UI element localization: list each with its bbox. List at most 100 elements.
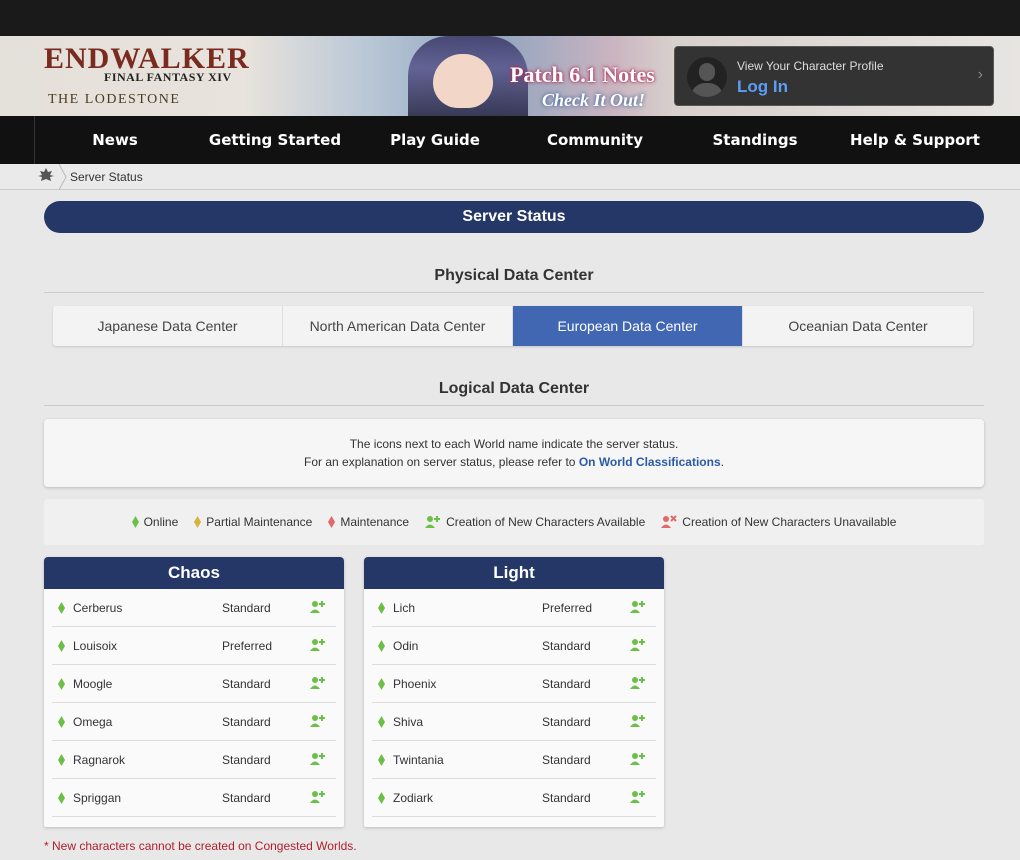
info-line-1: The icons next to each World name indica… <box>349 437 679 451</box>
world-classification: Standard <box>542 715 591 729</box>
home-icon[interactable] <box>38 168 54 185</box>
site-header: ENDWALKER FINAL FANTASY XIV THE LODESTON… <box>0 36 1020 116</box>
tab-japanese-dc[interactable]: Japanese Data Center <box>53 306 283 346</box>
tab-oceanian-dc[interactable]: Oceanian Data Center <box>743 306 973 346</box>
world-row: Shiva Standard <box>372 703 656 741</box>
world-classification: Preferred <box>222 639 273 653</box>
add-character-icon <box>630 715 645 727</box>
top-bar <box>0 0 1020 36</box>
login-subtitle: View Your Character Profile <box>737 59 884 73</box>
world-name: Louisoix <box>73 639 118 653</box>
add-character-icon <box>310 753 325 765</box>
add-character-icon <box>310 791 325 803</box>
world-classifications-link[interactable]: On World Classifications <box>579 455 721 469</box>
world-classification: Standard <box>542 791 591 805</box>
nav-item-standings[interactable]: Standings <box>675 116 835 164</box>
world-classification: Standard <box>542 677 591 691</box>
add-character-icon <box>630 677 645 689</box>
add-character-icon <box>425 516 441 528</box>
add-character-icon <box>630 601 645 613</box>
world-name: Moogle <box>73 677 113 691</box>
world-classification: Standard <box>542 639 591 653</box>
add-character-icon <box>310 715 325 727</box>
status-info-box: The icons next to each World name indica… <box>44 419 984 487</box>
logo-lodestone: THE LODESTONE <box>48 92 181 107</box>
online-diamond-icon <box>378 792 385 804</box>
world-name: Ragnarok <box>73 753 126 767</box>
legend-create-unavailable: Creation of New Characters Unavailable <box>661 515 896 529</box>
datacenter-panel-chaos: Chaos Cerberus Standard Louisoix Preferred M… <box>44 557 344 827</box>
legend-available-label: Creation of New Characters Available <box>446 515 646 529</box>
legend-unavailable-label: Creation of New Characters Unavailable <box>682 515 897 529</box>
add-character-icon <box>310 639 325 651</box>
banner-cta: Check It Out! <box>542 90 646 110</box>
online-diamond-icon <box>378 716 385 728</box>
world-row: Cerberus Standard <box>52 589 336 627</box>
online-diamond-icon <box>58 716 65 728</box>
logo-subtitle: FINAL FANTASY XIV <box>104 70 232 84</box>
datacenter-name: Chaos <box>44 557 344 589</box>
world-row: Phoenix Standard <box>372 665 656 703</box>
world-name: Twintania <box>393 753 444 767</box>
add-character-icon <box>310 601 325 613</box>
online-diamond-icon <box>58 792 65 804</box>
physical-dc-heading: Physical Data Center <box>44 261 984 293</box>
logical-dc-heading: Logical Data Center <box>44 374 984 406</box>
world-row: Twintania Standard <box>372 741 656 779</box>
online-diamond-icon <box>131 516 139 528</box>
login-panel[interactable]: View Your Character Profile Log In › <box>674 46 994 106</box>
info-line-2-text: For an explanation on server status, ple… <box>304 455 579 469</box>
world-row: Spriggan Standard <box>52 779 336 817</box>
legend-online-label: Online <box>143 515 179 529</box>
world-name: Phoenix <box>393 677 437 691</box>
legend-partial: Partial Maintenance <box>194 515 312 529</box>
main-nav: News Getting Started Play Guide Communit… <box>0 116 1020 164</box>
nav-item-help-support[interactable]: Help & Support <box>835 116 995 164</box>
world-name: Odin <box>393 639 419 653</box>
congested-note: * New characters cannot be created on Co… <box>44 839 357 853</box>
info-line-2-suffix: . <box>720 455 724 469</box>
avatar-placeholder-icon <box>687 57 727 97</box>
status-legend: Online Partial Maintenance Maintenance C… <box>44 499 984 545</box>
world-row: Lich Preferred <box>372 589 656 627</box>
world-name: Spriggan <box>73 791 122 805</box>
world-classification: Standard <box>222 601 271 615</box>
patch-banner[interactable]: Patch 6.1 Notes Check It Out! <box>258 36 658 116</box>
online-diamond-icon <box>58 678 65 690</box>
chevron-right-icon: › <box>977 66 983 83</box>
info-line-2: For an explanation on server status, ple… <box>44 455 984 469</box>
datacenter-tabs: Japanese Data Center North American Data… <box>53 306 973 346</box>
nav-item-community[interactable]: Community <box>515 116 675 164</box>
login-link[interactable]: Log In <box>737 77 788 97</box>
world-name: Omega <box>73 715 113 729</box>
world-row: Ragnarok Standard <box>52 741 336 779</box>
nav-item-news[interactable]: News <box>35 116 195 164</box>
online-diamond-icon <box>378 640 385 652</box>
tab-north-american-dc[interactable]: North American Data Center <box>283 306 513 346</box>
lodestone-logo[interactable]: ENDWALKER FINAL FANTASY XIV THE LODESTON… <box>44 40 254 112</box>
world-classification: Standard <box>222 753 271 767</box>
world-row: Louisoix Preferred <box>52 627 336 665</box>
online-diamond-icon <box>378 678 385 690</box>
maintenance-diamond-icon <box>328 516 336 528</box>
online-diamond-icon <box>58 754 65 766</box>
world-classification: Standard <box>222 715 271 729</box>
world-name: Lich <box>393 601 416 615</box>
legend-online: Online <box>131 515 179 529</box>
nav-item-getting-started[interactable]: Getting Started <box>195 116 355 164</box>
online-diamond-icon <box>378 754 385 766</box>
breadcrumb-current: Server Status <box>70 170 143 184</box>
page-title: Server Status <box>44 201 984 233</box>
datacenter-panel-light: Light Lich Preferred Odin Standard Phoenix St… <box>364 557 664 827</box>
tab-european-dc[interactable]: European Data Center <box>513 306 743 346</box>
banner-patch-notes: Patch 6.1 Notes <box>510 62 655 87</box>
world-classification: Standard <box>222 677 271 691</box>
world-classification: Standard <box>542 753 591 767</box>
world-name: Shiva <box>393 715 424 729</box>
world-row: Zodiark Standard <box>372 779 656 817</box>
partial-maintenance-diamond-icon <box>194 516 202 528</box>
online-diamond-icon <box>58 602 65 614</box>
nav-item-play-guide[interactable]: Play Guide <box>355 116 515 164</box>
banner-character-face <box>433 54 493 108</box>
world-name: Cerberus <box>73 601 123 615</box>
